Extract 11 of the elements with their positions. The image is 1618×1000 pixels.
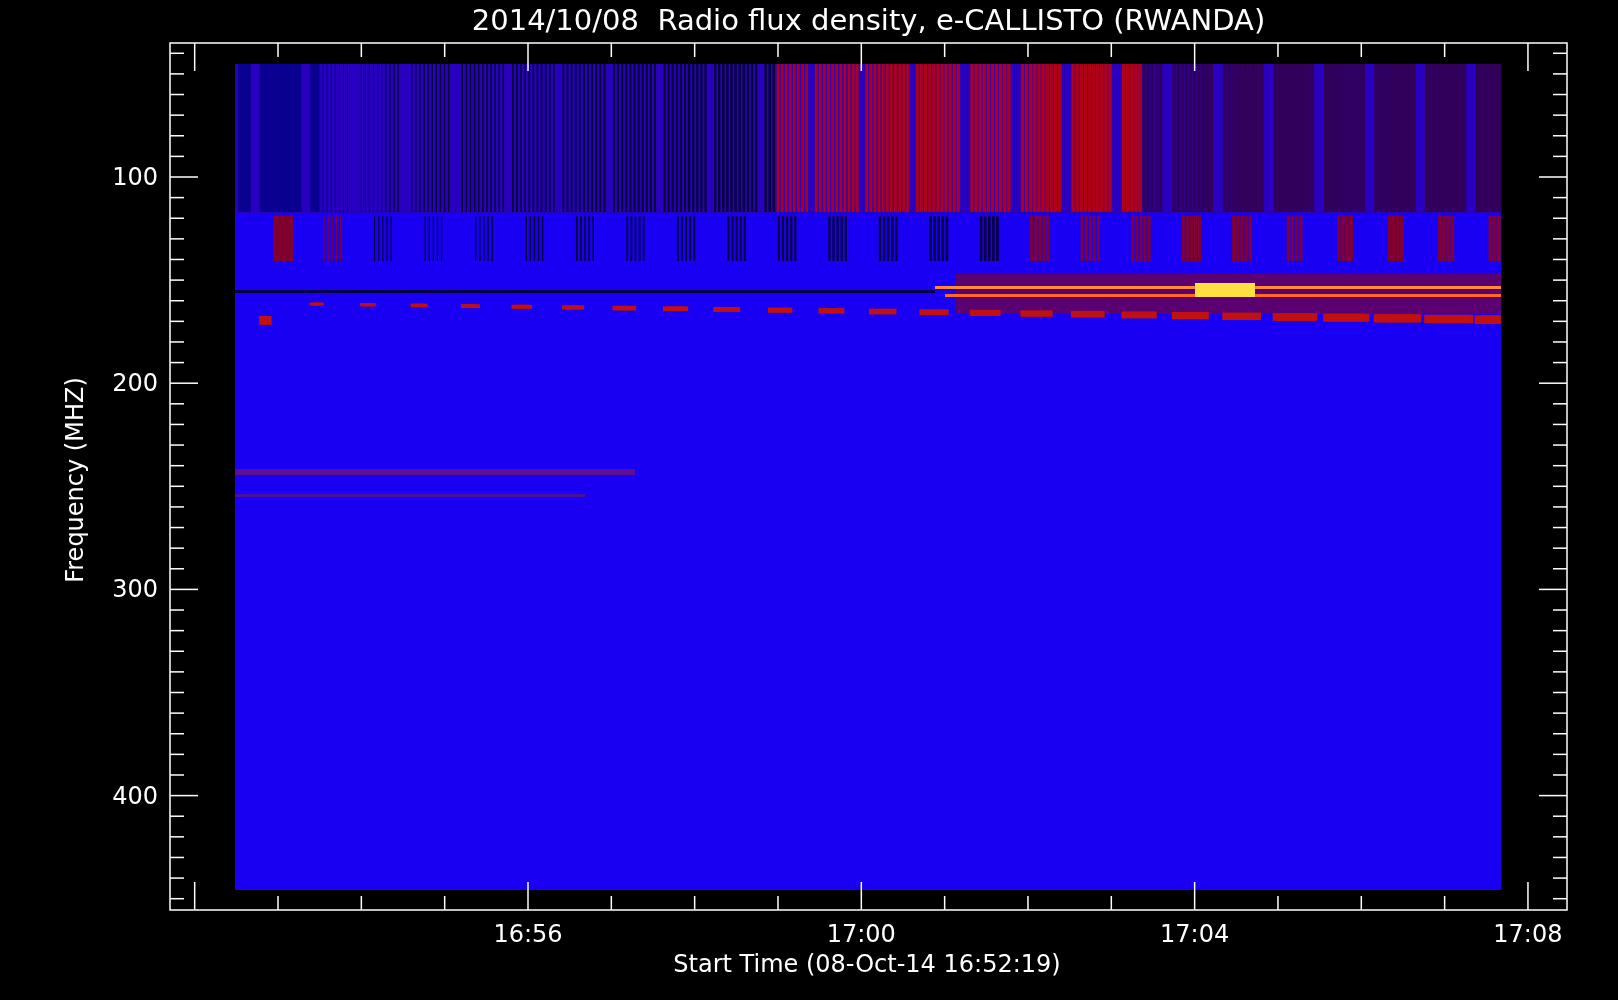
axis-title: Frequency (MHZ) <box>61 377 89 583</box>
axis-tick-label: 300 <box>112 575 158 604</box>
axis-title: Start Time (08-Oct-14 16:52:19) <box>673 950 1061 978</box>
axis-tick-label: 100 <box>112 163 158 191</box>
axis-tick-label: 17:08 <box>1493 920 1563 948</box>
axis-tick-label: 16:56 <box>493 920 563 948</box>
axis-tick-label: 400 <box>112 781 158 810</box>
axis-tick-label: 17:04 <box>1160 920 1230 948</box>
axis-tick-label: 200 <box>112 369 158 398</box>
axis-tick-label: 17:00 <box>826 920 896 948</box>
chart-title: 2014/10/08 Radio flux density, e-CALLISTO (RWANDA) <box>470 2 1267 39</box>
